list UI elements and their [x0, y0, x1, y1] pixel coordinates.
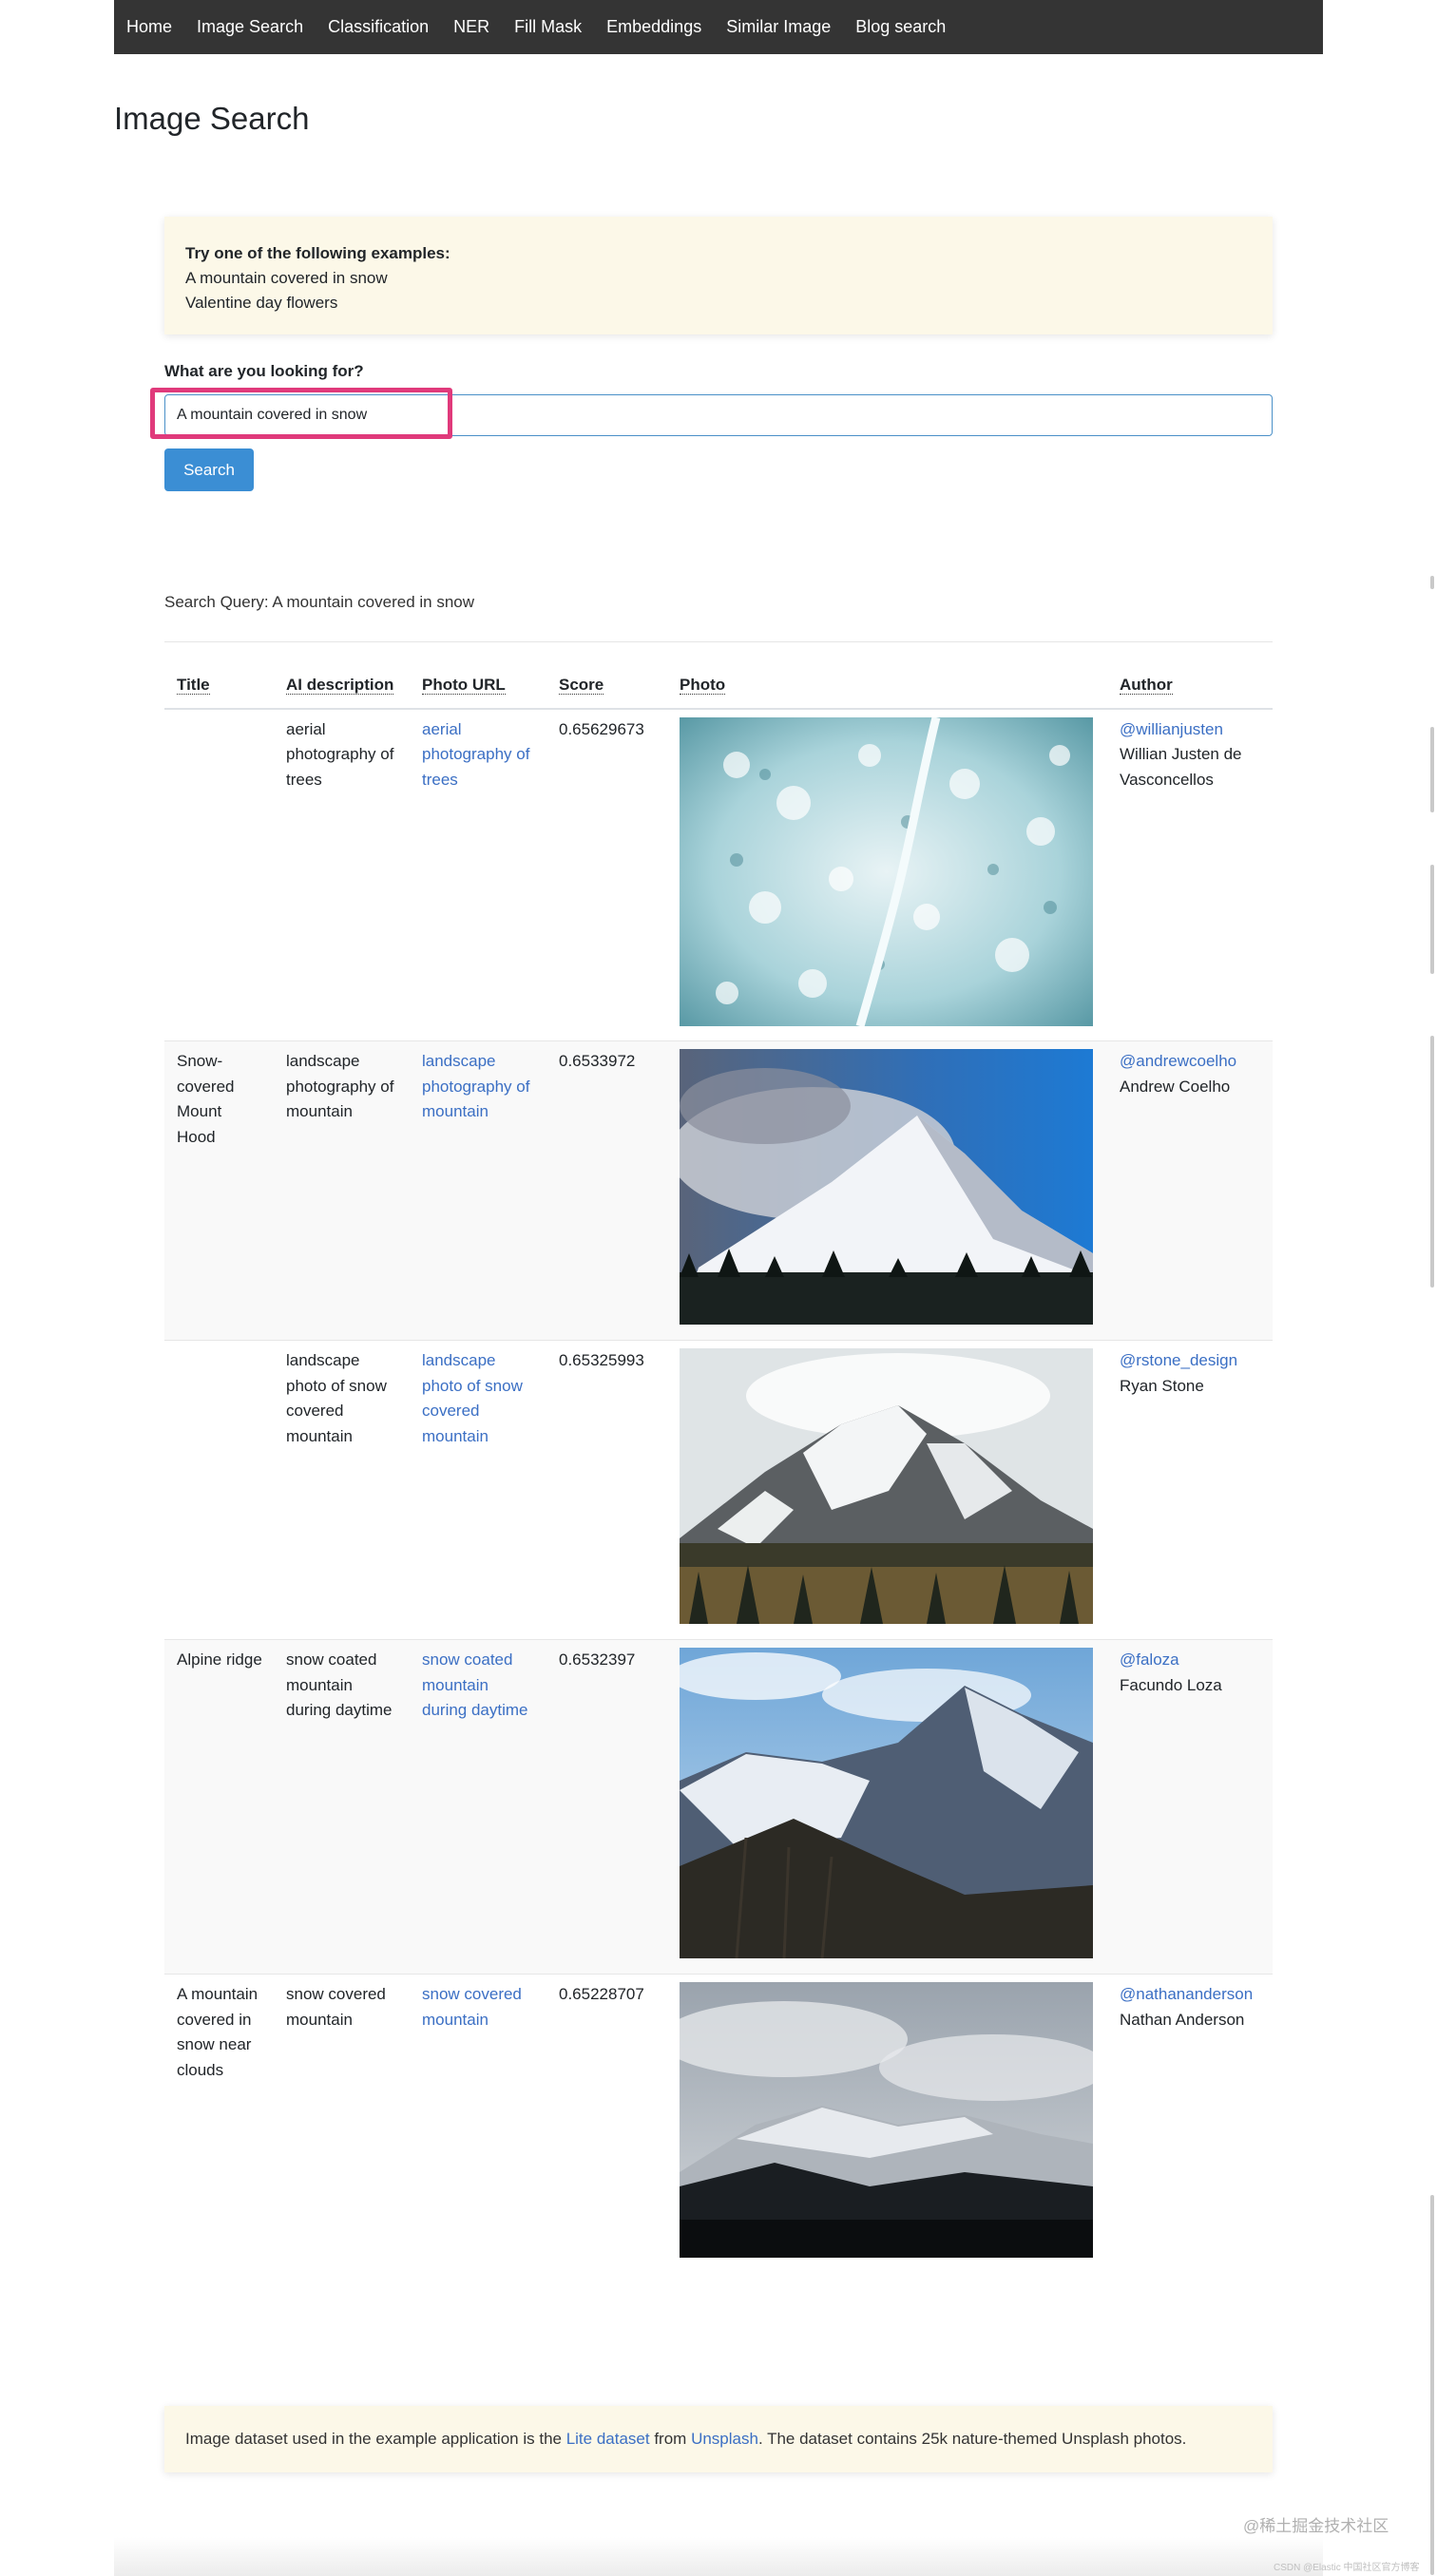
cell-ai-description: snow covered mountain: [274, 1974, 410, 2274]
search-input[interactable]: [164, 394, 1273, 436]
column-header-photo-url[interactable]: Photo URL: [410, 663, 546, 710]
photo-misty-snow-peak[interactable]: [680, 1348, 1093, 1624]
scrollbar-thumb[interactable]: [1430, 727, 1434, 812]
cell-photo: [667, 1639, 1107, 1975]
dataset-note: Image dataset used in the example applic…: [164, 2406, 1273, 2472]
author-name: Facundo Loza: [1120, 1675, 1222, 1694]
cell-ai-description: landscape photo of snow covered mountain: [274, 1340, 410, 1640]
table-row: landscape photo of snow covered mountain…: [164, 1340, 1273, 1640]
examples-heading: Try one of the following examples:: [185, 244, 450, 262]
photo-url-link[interactable]: snow coated mountain during daytime: [422, 1651, 528, 1719]
photo-snowy-forest-aerial[interactable]: [680, 716, 1093, 1026]
photo-url-link[interactable]: landscape photo of snow covered mountain: [422, 1351, 523, 1445]
right-gutter: [1323, 0, 1437, 2576]
author-handle-link[interactable]: @faloza: [1120, 1651, 1179, 1669]
column-header-photo[interactable]: Photo: [667, 663, 1107, 710]
author-name: Ryan Stone: [1120, 1376, 1204, 1395]
table-header-row: Title AI description Photo URL Score Pho…: [164, 663, 1273, 710]
cell-score: 0.6532397: [546, 1639, 667, 1975]
column-header-score[interactable]: Score: [546, 663, 667, 710]
scrollbar-thumb[interactable]: [1430, 576, 1434, 589]
cell-score: 0.65629673: [546, 708, 667, 1041]
search-query-text: Search Query: A mountain covered in snow: [164, 593, 475, 611]
cell-photo: [667, 1340, 1107, 1640]
cell-photo-url: landscape photography of mountain: [410, 1040, 546, 1341]
author-name: Willian Justen de Vasconcellos: [1120, 745, 1242, 789]
cell-score: 0.65325993: [546, 1340, 667, 1640]
dataset-note-middle: from: [649, 2430, 692, 2448]
photo-url-link[interactable]: landscape photography of mountain: [422, 1052, 529, 1120]
left-gutter: [0, 0, 114, 2576]
example-item: A mountain covered in snow: [185, 269, 388, 287]
search-button[interactable]: Search: [164, 448, 254, 491]
page-title: Image Search: [114, 101, 310, 136]
cell-author: @nathananderson Nathan Anderson: [1107, 1974, 1273, 2274]
cell-title: Alpine ridge: [164, 1639, 274, 1975]
nav-home[interactable]: Home: [114, 0, 184, 54]
example-item: Valentine day flowers: [185, 294, 338, 312]
photo-mount-hood-blue-sky[interactable]: [680, 1049, 1093, 1325]
cell-photo: [667, 708, 1107, 1041]
nav-image-search[interactable]: Image Search: [184, 0, 316, 54]
cell-title: Snow-covered Mount Hood: [164, 1040, 274, 1341]
table-row: A mountain covered in snow near clouds s…: [164, 1974, 1273, 2274]
cell-ai-description: snow coated mountain during daytime: [274, 1639, 410, 1975]
nav-similar-image[interactable]: Similar Image: [714, 0, 843, 54]
table-row: aerial photography of trees aerial photo…: [164, 708, 1273, 1041]
column-header-ai-description[interactable]: AI description: [274, 663, 410, 710]
cell-photo: [667, 1974, 1107, 2274]
cell-author: @willianjusten Willian Justen de Vasconc…: [1107, 708, 1273, 1041]
dataset-note-suffix: . The dataset contains 25k nature-themed…: [757, 2430, 1187, 2448]
cell-ai-description: aerial photography of trees: [274, 708, 410, 1041]
lite-dataset-link[interactable]: Lite dataset: [566, 2430, 650, 2448]
column-header-author[interactable]: Author: [1107, 663, 1273, 710]
cell-photo-url: snow covered mountain: [410, 1974, 546, 2274]
top-navbar: Home Image Search Classification NER Fil…: [114, 0, 1323, 54]
photo-url-link[interactable]: aerial photography of trees: [422, 720, 529, 789]
cell-score: 0.65228707: [546, 1974, 667, 2274]
column-header-title[interactable]: Title: [164, 663, 274, 710]
cell-photo-url: landscape photo of snow covered mountain: [410, 1340, 546, 1640]
scrollbar-thumb[interactable]: [1430, 2195, 1434, 2575]
cell-photo-url: snow coated mountain during daytime: [410, 1639, 546, 1975]
dataset-note-prefix: Image dataset used in the example applic…: [185, 2430, 566, 2448]
scrollbar-thumb[interactable]: [1430, 1036, 1434, 1288]
search-label: What are you looking for?: [164, 362, 364, 380]
scrollbar-thumb[interactable]: [1430, 865, 1434, 974]
cell-title: [164, 1340, 274, 1640]
cell-score: 0.6533972: [546, 1040, 667, 1341]
author-name: Nathan Anderson: [1120, 2010, 1245, 2029]
nav-ner[interactable]: NER: [441, 0, 502, 54]
bottom-fade: [114, 2537, 1323, 2576]
nav-blog-search[interactable]: Blog search: [843, 0, 958, 54]
table-row: Snow-covered Mount Hood landscape photog…: [164, 1040, 1273, 1341]
author-name: Andrew Coelho: [1120, 1077, 1231, 1096]
nav-classification[interactable]: Classification: [316, 0, 441, 54]
cell-author: @andrewcoelho Andrew Coelho: [1107, 1040, 1273, 1341]
watermark-small: CSDN @Elastic 中国社区官方博客: [1274, 2563, 1420, 2573]
nav-embeddings[interactable]: Embeddings: [594, 0, 714, 54]
cell-photo-url: aerial photography of trees: [410, 708, 546, 1041]
cell-author: @rstone_design Ryan Stone: [1107, 1340, 1273, 1640]
cell-title: [164, 708, 274, 1041]
unsplash-link[interactable]: Unsplash: [691, 2430, 758, 2448]
watermark: @稀土掘金技术社区: [1243, 2517, 1389, 2535]
author-handle-link[interactable]: @andrewcoelho: [1120, 1052, 1236, 1070]
author-handle-link[interactable]: @rstone_design: [1120, 1351, 1237, 1369]
cell-title: A mountain covered in snow near clouds: [164, 1974, 274, 2274]
author-handle-link[interactable]: @nathananderson: [1120, 1985, 1253, 2003]
cell-photo: [667, 1040, 1107, 1341]
photo-url-link[interactable]: snow covered mountain: [422, 1985, 522, 2029]
examples-box: Try one of the following examples: A mou…: [164, 217, 1273, 334]
table-row: Alpine ridge snow coated mountain during…: [164, 1639, 1273, 1975]
cell-ai-description: landscape photography of mountain: [274, 1040, 410, 1341]
author-handle-link[interactable]: @willianjusten: [1120, 720, 1223, 738]
cell-author: @faloza Facundo Loza: [1107, 1639, 1273, 1975]
photo-alpine-ridge[interactable]: [680, 1648, 1093, 1958]
photo-cloudy-snow-hills[interactable]: [680, 1982, 1093, 2258]
divider: [164, 641, 1273, 642]
results-table: Title AI description Photo URL Score Pho…: [164, 663, 1273, 2274]
nav-fill-mask[interactable]: Fill Mask: [502, 0, 594, 54]
